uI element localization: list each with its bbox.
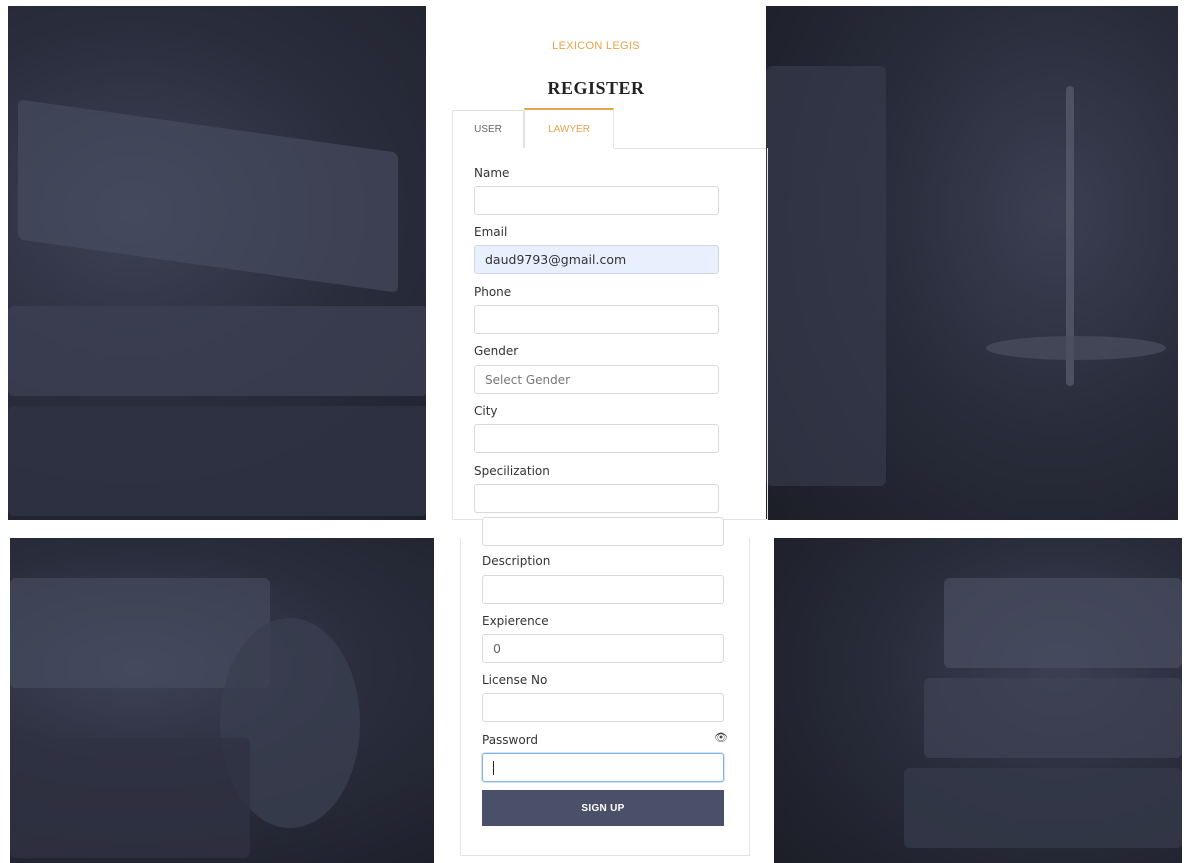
background-bottom-right (774, 538, 1182, 863)
experience-label: Expierence (482, 614, 549, 628)
license-input[interactable] (482, 693, 724, 722)
register-card-top: LEXICON LEGIS REGISTER USER LAWYER Name … (426, 6, 768, 520)
city-label: City (474, 404, 498, 418)
city-input[interactable] (474, 424, 719, 453)
experience-input[interactable]: 0 (482, 634, 724, 663)
phone-label: Phone (474, 285, 512, 299)
eye-icon[interactable]: 👁 (714, 731, 728, 744)
license-label: License No (482, 673, 548, 687)
tab-user[interactable]: USER (452, 110, 524, 148)
password-label: Password (482, 733, 539, 747)
specialization-label: Specilization (474, 464, 550, 478)
specialization-input[interactable] (474, 484, 719, 513)
tab-lawyer[interactable]: LAWYER (524, 108, 614, 148)
page-title: REGISTER (547, 78, 645, 98)
name-label: Name (474, 166, 510, 180)
text-cursor (493, 760, 494, 775)
description-input[interactable] (482, 575, 724, 604)
email-input[interactable]: daud9793@gmail.com (474, 245, 719, 274)
description-label: Description (482, 554, 551, 568)
background-top-right (766, 6, 1178, 520)
brand-logo-text: LEXICON LEGIS (552, 40, 640, 52)
name-input[interactable] (474, 186, 719, 215)
gender-select[interactable]: Select Gender (474, 365, 719, 394)
password-input[interactable] (482, 753, 724, 782)
background-top-left (8, 6, 426, 520)
gender-label: Gender (474, 344, 519, 358)
specialization-input-edge (482, 517, 724, 546)
phone-input[interactable] (474, 305, 719, 334)
email-label: Email (474, 225, 508, 239)
register-card-bottom: Description Expierence 0 License No Pass… (434, 517, 774, 863)
sign-up-button[interactable]: SIGN UP (482, 790, 724, 826)
background-bottom-left (10, 538, 434, 863)
